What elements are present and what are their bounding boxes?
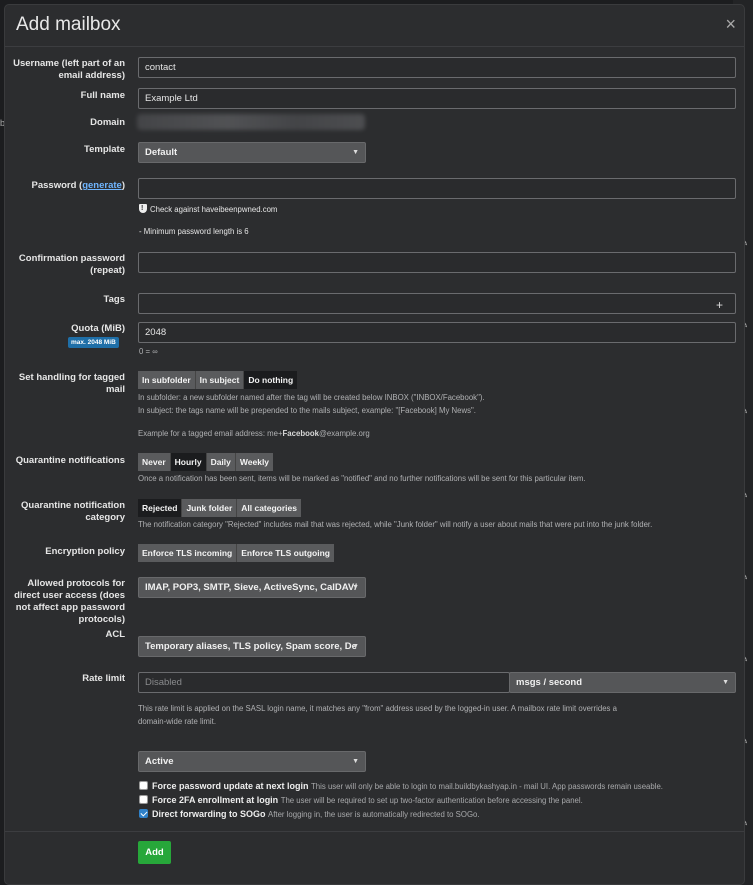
protocols-label: Allowed protocols for direct user access… [14,578,125,625]
quota-input[interactable]: 2048 [138,322,736,343]
quota-max-badge: max. 2048 MiB [68,337,119,348]
close-icon[interactable]: × [725,14,736,35]
hibp-check: Check against haveibeenpwned.com [139,202,278,216]
enforce-tls-outgoing-toggle[interactable]: Enforce TLS outgoing [237,544,334,562]
template-label: Template [83,144,125,155]
force-password-update-row[interactable]: Force password update at next login This… [139,780,663,793]
tagged-mail-options: In subfolder In subject Do nothing [138,371,298,389]
quarantine-notifications-label: Quarantine notifications [15,455,125,466]
add-tag-icon[interactable]: + [716,296,723,315]
caret-down-icon: ▼ [352,584,359,591]
full-name-label: Full name [80,90,125,101]
quarantine-category-junk[interactable]: Junk folder [182,499,238,517]
sogo-forward-row[interactable]: Direct forwarding to SOGo After logging … [139,808,480,821]
username-label: Username (left part of an email address) [13,58,125,81]
tagged-mail-help-subfolder: In subfolder: a new subfolder named afte… [138,393,485,402]
hibp-check-text: Check against haveibeenpwned.com [150,205,278,214]
tagged-mail-option-nothing[interactable]: Do nothing [244,371,298,389]
generate-password-link[interactable]: generate [82,180,122,191]
quarantine-category-help: The notification category "Rejected" inc… [138,520,653,529]
quarantine-notify-never[interactable]: Never [138,453,171,471]
rate-limit-help-line1: This rate limit is applied on the SASL l… [138,704,617,713]
rate-limit-unit-value: msgs / second [516,677,582,688]
password-label-prefix: Password ( [31,180,83,191]
force-password-update-desc: This user will only be able to login to … [311,782,663,791]
tagged-mail-example-tag: Facebook [282,429,319,438]
quota-label: Quota (MiB) [71,323,125,334]
footer-divider [5,831,744,832]
password-label-suffix: ) [121,180,125,191]
modal-title: Add mailbox [16,14,121,35]
quarantine-category-label: Quarantine notification category [21,500,125,523]
protocols-select-value: IMAP, POP3, SMTP, Sieve, ActiveSync, Cal… [145,582,357,593]
quarantine-notify-daily[interactable]: Daily [206,453,236,471]
quarantine-notifications-help: Once a notification has been sent, items… [138,474,586,483]
caret-down-icon: ▼ [722,679,729,686]
template-select-value: Default [145,147,178,158]
tagged-mail-option-subject[interactable]: In subject [195,371,245,389]
add-mailbox-modal: Add mailbox × Username (left part of an … [4,4,745,885]
force-password-update-checkbox[interactable] [139,781,148,790]
encryption-policy-label: Encryption policy [45,546,125,557]
enforce-tls-incoming-toggle[interactable]: Enforce TLS incoming [138,544,238,562]
force-2fa-row[interactable]: Force 2FA enrollment at login The user w… [139,794,583,807]
rate-limit-help-line2: domain-wide rate limit. [138,717,216,726]
tagged-mail-example: Example for a tagged email address: me+F… [138,427,370,440]
shield-icon [139,202,147,215]
full-name-input[interactable]: Example Ltd [138,88,736,109]
tags-label: Tags [103,294,125,305]
password-label: Password (generate) [13,180,125,192]
confirm-password-label: Confirmation password (repeat) [18,253,125,276]
quota-note: 0 = ∞ [139,347,158,356]
tagged-mail-example-prefix: Example for a tagged email address: me+ [138,429,283,438]
acl-select[interactable]: Temporary aliases, TLS policy, Spam scor… [138,636,366,657]
caret-down-icon: ▼ [352,149,359,156]
caret-down-icon: ▼ [352,643,359,650]
confirm-password-input[interactable] [138,252,736,273]
quarantine-notify-weekly[interactable]: Weekly [235,453,274,471]
status-select[interactable]: Active ▼ [138,751,366,772]
rate-limit-input[interactable]: Disabled [138,672,510,693]
password-input[interactable] [138,178,736,199]
quarantine-notify-hourly[interactable]: Hourly [170,453,207,471]
force-2fa-title: Force 2FA enrollment at login [152,795,279,805]
caret-down-icon: ▼ [352,758,359,765]
force-2fa-checkbox[interactable] [139,795,148,804]
add-button[interactable]: Add [138,841,171,864]
quarantine-category-all[interactable]: All categories [237,499,301,517]
tagged-mail-help-subject: In subject: the tags name will be prepen… [138,406,476,415]
rate-limit-unit-select[interactable]: msgs / second ▼ [509,672,736,693]
protocols-select[interactable]: IMAP, POP3, SMTP, Sieve, ActiveSync, Cal… [138,577,366,598]
tagged-mail-label: Set handling for tagged mail [18,372,125,395]
template-select[interactable]: Default ▼ [138,142,366,163]
quarantine-category-options: Rejected Junk folder All categories [138,499,301,517]
force-2fa-desc: The user will be required to set up two-… [280,796,583,805]
quarantine-category-rejected[interactable]: Rejected [138,499,183,517]
acl-label: ACL [105,629,125,640]
tagged-mail-option-subfolder[interactable]: In subfolder [138,371,196,389]
username-input[interactable]: contact [138,57,736,78]
acl-select-value: Temporary aliases, TLS policy, Spam scor… [145,641,357,652]
domain-select-redacted[interactable] [137,114,365,130]
tags-input[interactable]: + [138,293,736,314]
modal-header: Add mailbox × [5,5,744,47]
encryption-policy-options: Enforce TLS incoming Enforce TLS outgoin… [138,544,334,562]
rate-limit-label: Rate limit [82,673,125,684]
sogo-forward-title: Direct forwarding to SOGo [152,809,266,819]
domain-label: Domain [90,117,125,128]
sogo-forward-checkbox[interactable] [139,809,148,818]
password-min-length-note: - Minimum password length is 6 [139,227,249,236]
sogo-forward-desc: After logging in, the user is automatica… [268,810,480,819]
tagged-mail-example-suffix: @example.org [318,429,370,438]
status-select-value: Active [145,756,174,767]
force-password-update-title: Force password update at next login [152,781,309,791]
quarantine-notification-options: Never Hourly Daily Weekly [138,453,274,471]
